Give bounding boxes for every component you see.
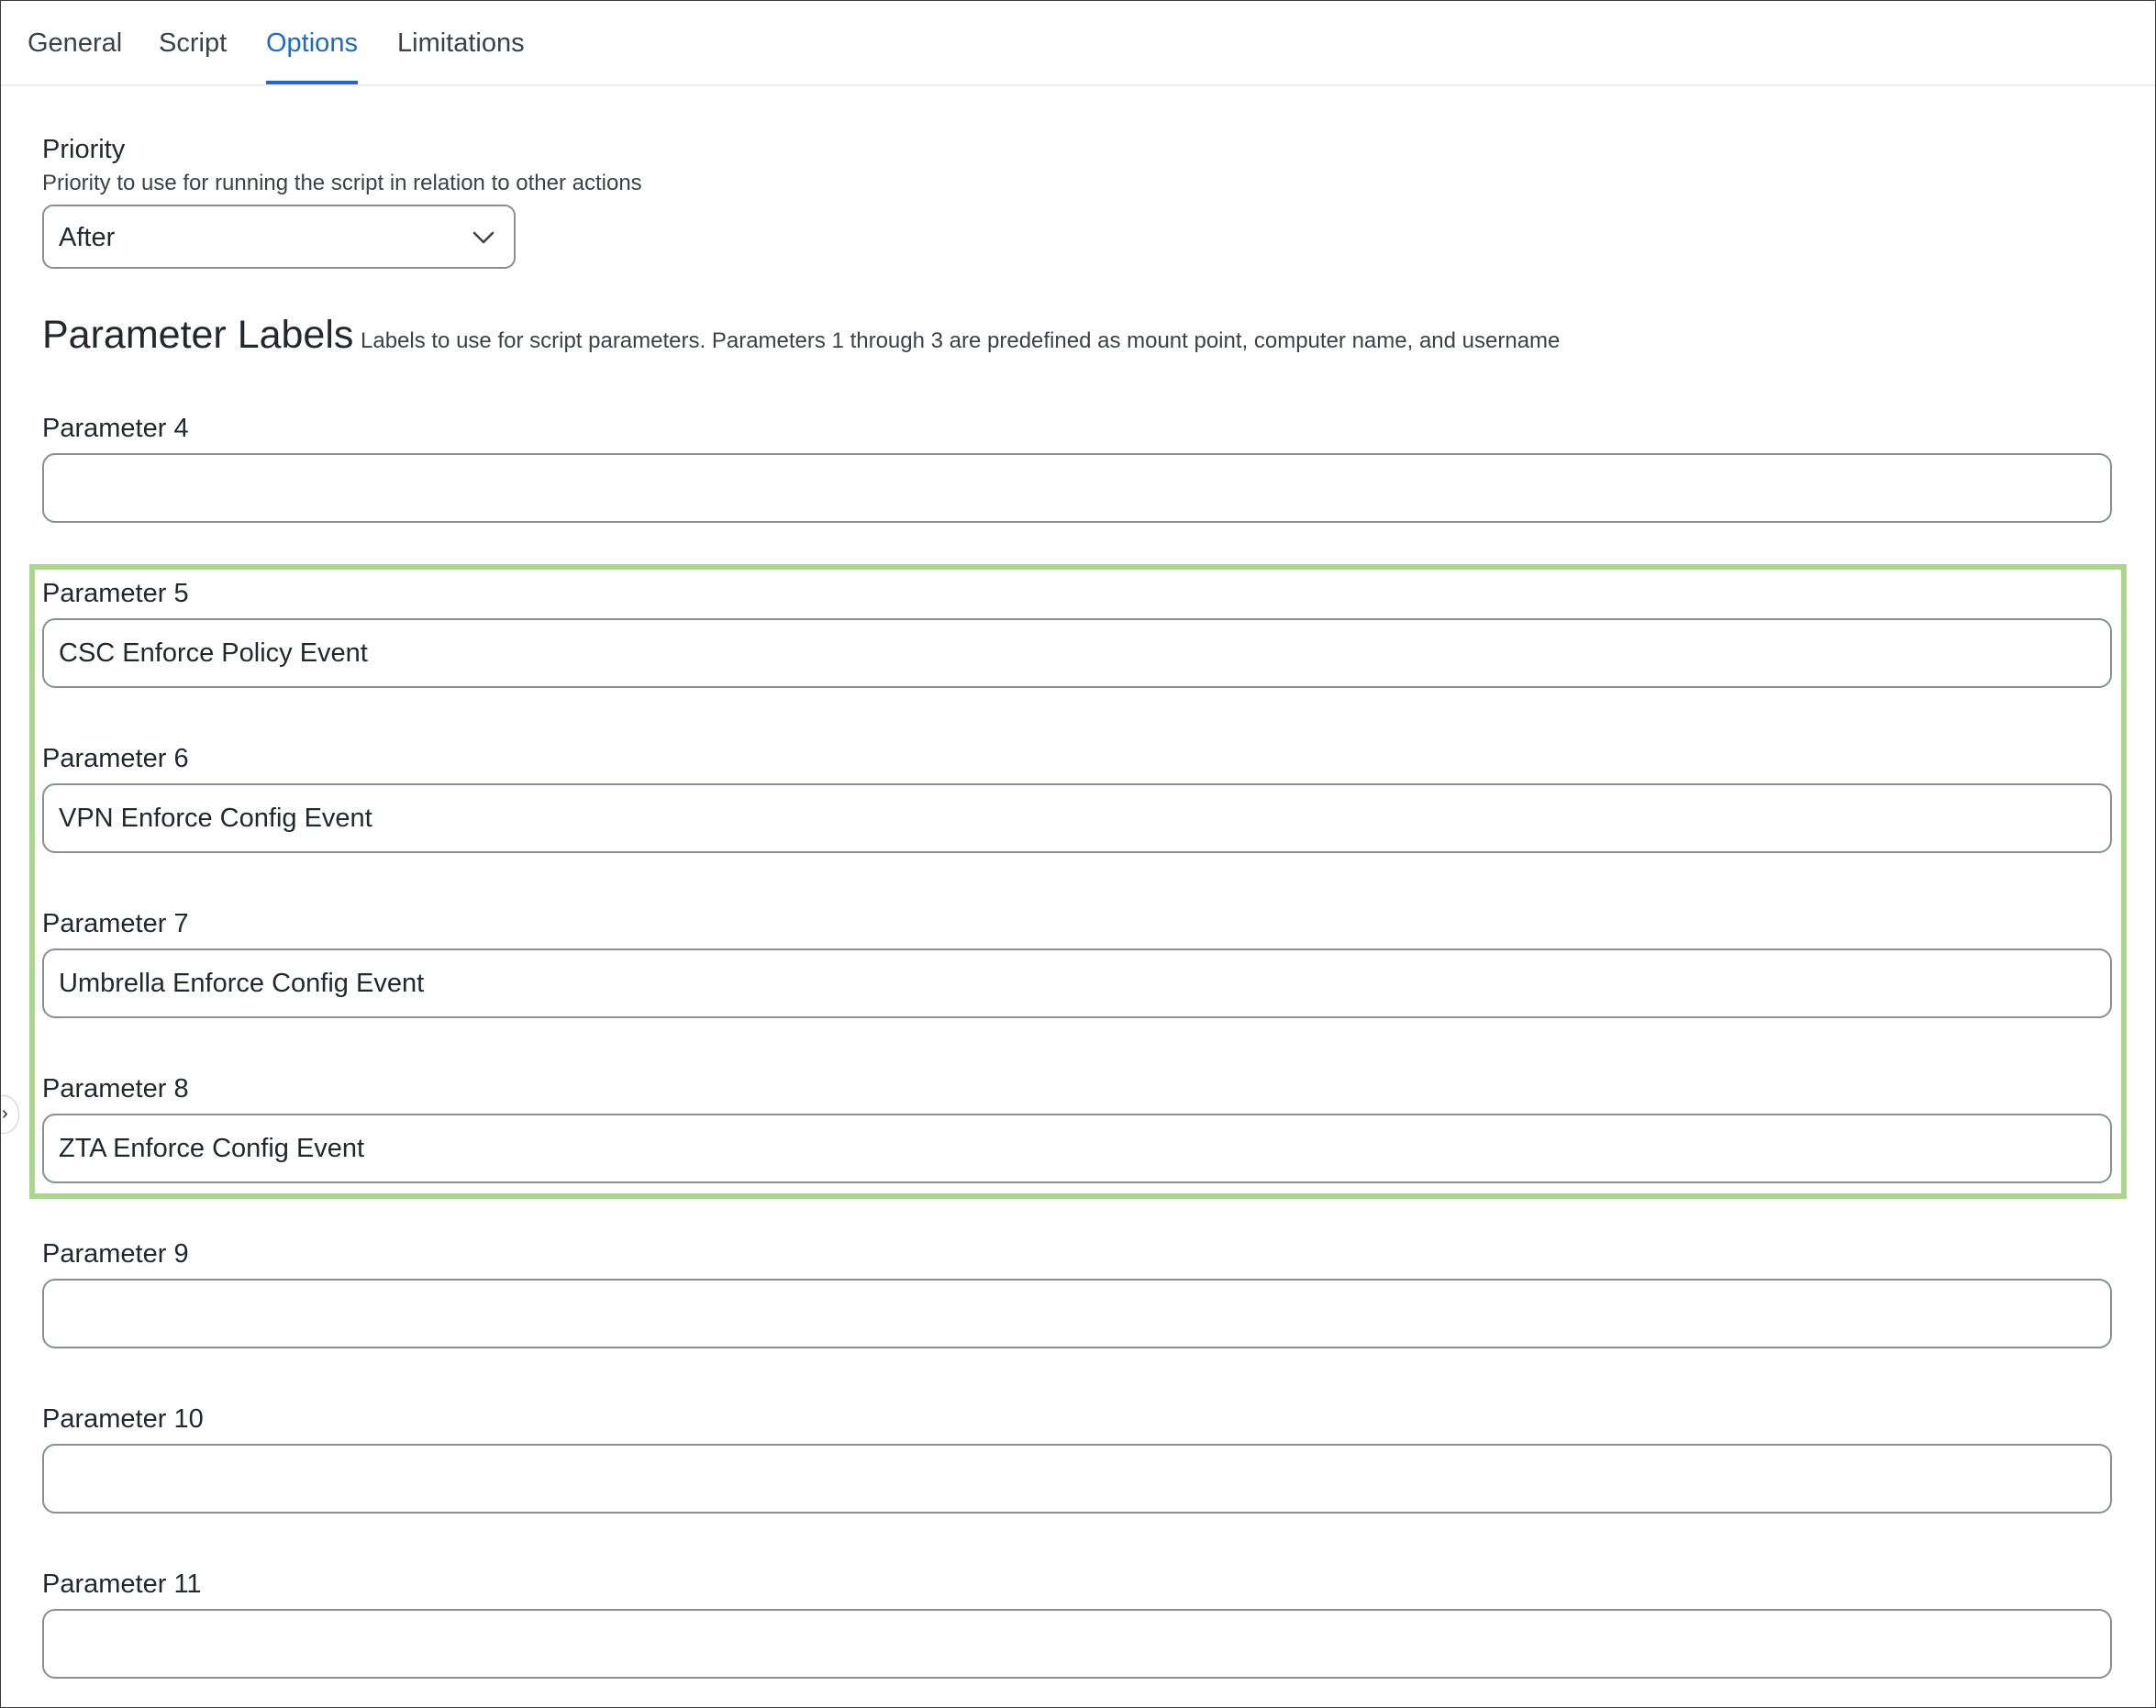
priority-help-text: Priority to use for running the script i… bbox=[42, 171, 642, 195]
parameter-9-input[interactable] bbox=[42, 1279, 2112, 1348]
parameter-6-input[interactable] bbox=[42, 783, 2112, 853]
parameter-labels-description: Labels to use for script parameters. Par… bbox=[361, 328, 1561, 353]
parameter-8-input[interactable] bbox=[42, 1114, 2112, 1183]
parameter-labels-title: Parameter Labels bbox=[42, 313, 354, 357]
parameter-4-input[interactable] bbox=[42, 453, 2112, 523]
parameter-7-input[interactable] bbox=[42, 948, 2112, 1018]
parameter-11-input[interactable] bbox=[42, 1609, 2112, 1679]
parameter-10-input[interactable] bbox=[42, 1444, 2112, 1514]
tab-options[interactable]: Options bbox=[266, 28, 358, 84]
chevron-down-icon bbox=[472, 231, 495, 244]
parameter-4-label: Parameter 4 bbox=[42, 414, 189, 443]
tab-limitations[interactable]: Limitations bbox=[397, 28, 525, 84]
parameter-10-label: Parameter 10 bbox=[42, 1404, 204, 1434]
tab-bar: General Script Options Limitations bbox=[1, 1, 2155, 86]
priority-select[interactable]: After bbox=[42, 205, 516, 269]
sidebar-expand-handle[interactable]: › bbox=[1, 1095, 19, 1134]
options-panel: General Script Options Limitations Prior… bbox=[0, 0, 2156, 1708]
parameter-5-input[interactable] bbox=[42, 618, 2112, 688]
chevron-right-icon: › bbox=[2, 1104, 8, 1124]
parameter-8-label: Parameter 8 bbox=[42, 1074, 189, 1104]
parameter-9-label: Parameter 9 bbox=[42, 1239, 189, 1269]
priority-label: Priority bbox=[42, 135, 126, 164]
tab-script[interactable]: Script bbox=[159, 28, 227, 84]
tab-general[interactable]: General bbox=[28, 28, 122, 84]
priority-selected-value: After bbox=[59, 223, 116, 252]
parameter-11-label: Parameter 11 bbox=[42, 1569, 202, 1599]
parameter-6-label: Parameter 6 bbox=[42, 744, 189, 773]
parameter-5-label: Parameter 5 bbox=[42, 579, 189, 608]
parameter-7-label: Parameter 7 bbox=[42, 909, 189, 938]
